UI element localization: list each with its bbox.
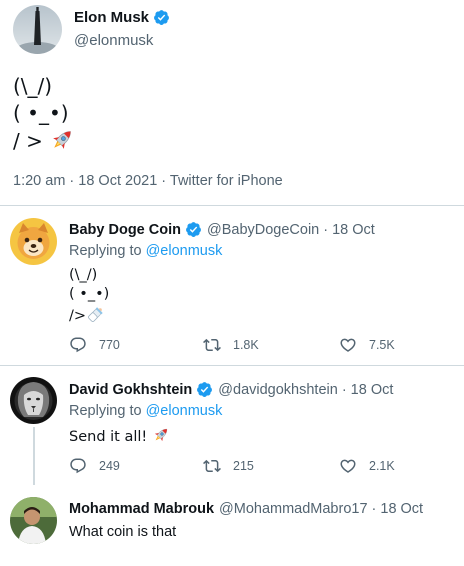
retweet-icon	[203, 459, 221, 473]
reply-text: What coin is that	[69, 524, 177, 540]
reply-count: 249	[99, 459, 120, 473]
reply-avatar[interactable]	[10, 377, 57, 424]
separator-dot: ·	[341, 381, 347, 398]
heart-icon	[340, 338, 356, 352]
reply-text-line2: ( •_•)	[69, 286, 110, 302]
author-handle[interactable]: @elonmusk	[74, 32, 153, 49]
separator-dot: ·	[371, 501, 377, 517]
replying-to: Replying to @elonmusk	[69, 403, 222, 419]
separator-dot: ·	[323, 221, 329, 238]
tweet-text-line2: ( •_•)	[13, 101, 69, 125]
reply-icon	[70, 458, 86, 474]
reply-tweet[interactable]: David Gokhshtein @davidgokhshtein · 18 O…	[0, 365, 464, 485]
reply-date[interactable]: 18 Oct	[351, 382, 394, 398]
retweet-icon	[203, 338, 221, 352]
reply-date[interactable]: 18 Oct	[380, 501, 423, 517]
reply-text-body: Send it all!	[69, 429, 148, 445]
retweet-button[interactable]: 215	[203, 457, 254, 475]
reply-author-name[interactable]: Mohammad Mabrouk	[69, 501, 214, 517]
heart-icon	[340, 459, 356, 473]
reply-tweet[interactable]: Mohammad Mabrouk @MohammadMabro17 · 18 O…	[0, 485, 464, 566]
reply-header: David Gokhshtein @davidgokhshtein · 18 O…	[69, 381, 393, 398]
like-count: 2.1K	[369, 459, 395, 473]
author-avatar[interactable]	[13, 5, 62, 54]
reply-header: Mohammad Mabrouk @MohammadMabro17 · 18 O…	[69, 501, 423, 517]
baby-bottle-icon	[88, 307, 103, 322]
reply-date[interactable]: 18 Oct	[332, 222, 375, 238]
retweet-button[interactable]: 1.8K	[203, 336, 259, 354]
rocket-icon	[53, 131, 72, 149]
retweet-count: 215	[233, 459, 254, 473]
like-button[interactable]: 7.5K	[339, 336, 395, 354]
reply-text: Send it all!	[69, 426, 170, 447]
verified-badge-icon	[186, 222, 201, 237]
reply-author-name[interactable]: David Gokhshtein	[69, 382, 192, 398]
tweet-text-line3: / >	[13, 129, 43, 153]
reply-author-name[interactable]: Baby Doge Coin	[69, 222, 181, 238]
replying-to-prefix: Replying to	[69, 403, 142, 419]
author-name[interactable]: Elon Musk	[74, 9, 170, 26]
replying-to-mention[interactable]: @elonmusk	[146, 243, 223, 259]
replying-to: Replying to @elonmusk	[69, 243, 222, 259]
like-count: 7.5K	[369, 338, 395, 352]
tweet-meta[interactable]: 1:20 am · 18 Oct 2021 · Twitter for iPho…	[13, 173, 283, 189]
rocket-icon	[154, 428, 167, 442]
reply-tweet[interactable]: Baby Doge Coin @BabyDogeCoin · 18 Oct Re…	[0, 205, 464, 365]
tweet-text-line1: (\_/)	[13, 74, 53, 98]
reply-text-line1: (\_/)	[69, 267, 98, 283]
reply-author-handle[interactable]: @davidgokhshtein	[218, 382, 338, 398]
verified-badge-icon	[197, 382, 213, 397]
replying-to-mention[interactable]: @elonmusk	[146, 403, 223, 419]
reply-button[interactable]: 249	[69, 457, 120, 475]
reply-header: Baby Doge Coin @BabyDogeCoin · 18 Oct	[69, 221, 375, 238]
thread-line	[33, 427, 35, 485]
retweet-count: 1.8K	[233, 338, 259, 352]
reply-button[interactable]: 770	[69, 336, 120, 354]
main-tweet: Elon Musk @elonmusk (\_/) ( •_•) / > 1:2…	[0, 0, 464, 205]
reply-text-line3: />	[69, 308, 87, 324]
reply-icon	[70, 337, 86, 353]
verified-badge-icon	[154, 10, 169, 25]
reply-author-handle[interactable]: @BabyDogeCoin	[207, 222, 319, 238]
reply-count: 770	[99, 338, 120, 352]
reply-avatar[interactable]	[10, 497, 57, 544]
reply-avatar[interactable]	[10, 218, 57, 265]
tweet-text: (\_/) ( •_•) / >	[13, 73, 75, 155]
replying-to-prefix: Replying to	[69, 243, 142, 259]
reply-text: (\_/) ( •_•) />	[69, 266, 109, 326]
like-button[interactable]: 2.1K	[339, 457, 395, 475]
reply-author-handle[interactable]: @MohammadMabro17	[219, 501, 368, 517]
